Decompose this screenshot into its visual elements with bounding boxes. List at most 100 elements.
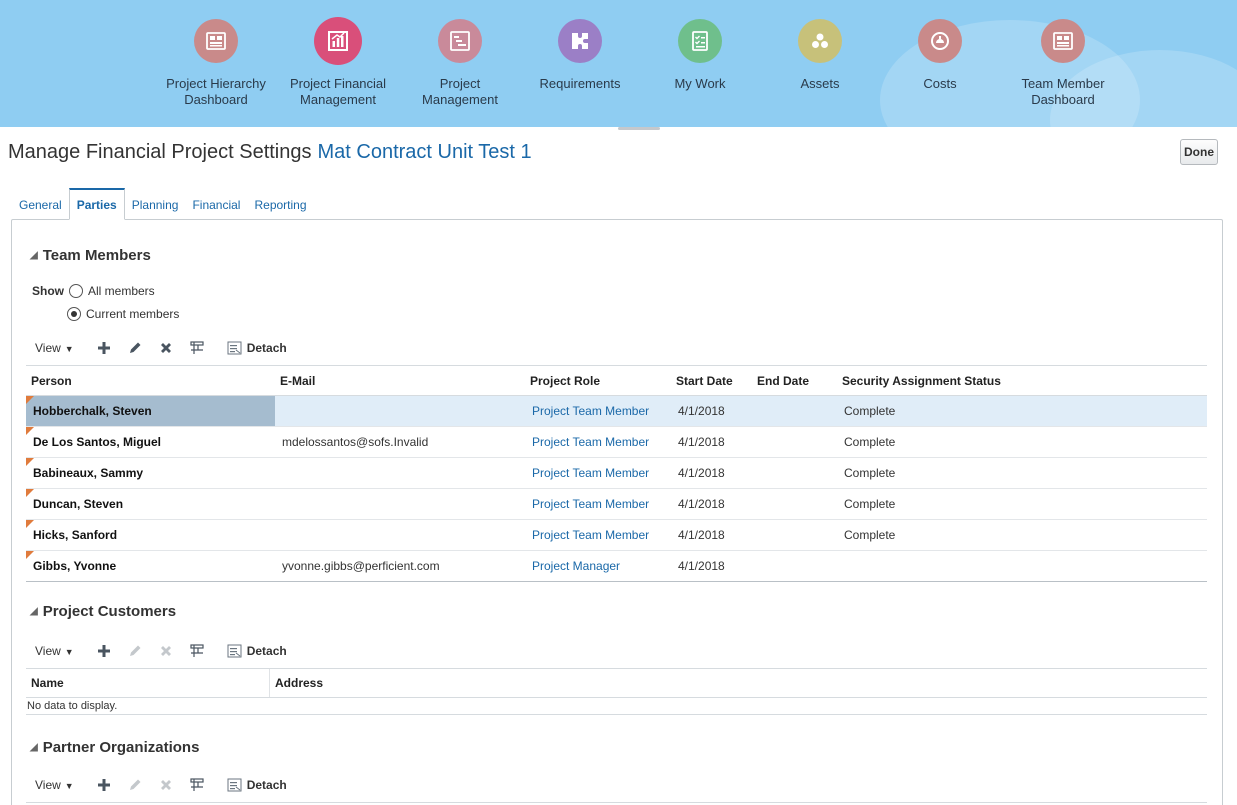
cell-project-role-link[interactable]: Project Manager [525, 551, 671, 581]
nav-label-line1: Project [439, 76, 481, 91]
nav-label-line1: Costs [923, 76, 957, 91]
cell-project-role-link[interactable]: Project Team Member [525, 396, 671, 426]
cell-start-date: 4/1/2018 [678, 528, 725, 542]
all-members-radio[interactable] [69, 284, 83, 298]
column-header-address[interactable]: Address [269, 669, 1207, 697]
column-header-email[interactable]: E-Mail [275, 374, 525, 388]
show-filter: Show All members [32, 284, 155, 298]
done-button[interactable]: Done [1180, 139, 1218, 165]
cell-person[interactable]: Babineaux, Sammy [26, 458, 275, 488]
puzzle-icon [558, 19, 602, 63]
detach-label: Detach [246, 341, 287, 355]
nav-project-financial-management[interactable]: Project Financial Management [278, 17, 398, 108]
cell-email [275, 396, 525, 426]
cell-end-date [752, 489, 837, 519]
tab-general[interactable]: General [12, 188, 69, 218]
nav-team-member-dashboard[interactable]: Team Member Dashboard [1003, 19, 1123, 108]
table-row[interactable]: De Los Santos, Miguel mdelossantos@sofs.… [26, 427, 1207, 458]
table-row[interactable]: Babineaux, Sammy Project Team Member 4/1… [26, 458, 1207, 489]
collapse-triangle-icon[interactable]: ◢ [30, 606, 38, 617]
cell-security-status: Complete [844, 404, 896, 418]
cell-start-date: 4/1/2018 [678, 435, 725, 449]
springboard-collapse-handle[interactable] [618, 127, 660, 130]
cell-project-role-link[interactable]: Project Team Member [525, 427, 671, 457]
tab-financial[interactable]: Financial [185, 188, 247, 218]
column-header-person[interactable]: Person [26, 374, 275, 388]
project-customers-section-header[interactable]: ◢ Project Customers [30, 603, 176, 620]
table-header: Person E-Mail Project Role Start Date En… [26, 365, 1207, 396]
cell-person[interactable]: De Los Santos, Miguel [26, 427, 275, 457]
add-icon[interactable] [96, 777, 112, 793]
tab-planning[interactable]: Planning [125, 188, 186, 218]
nav-label-line1: Project Hierarchy [166, 76, 266, 91]
tab-reporting[interactable]: Reporting [247, 188, 313, 218]
cell-start-date: 4/1/2018 [678, 404, 725, 418]
current-members-label[interactable]: Current members [86, 307, 179, 321]
caret-down-icon: ▼ [64, 781, 74, 791]
nav-project-hierarchy-dashboard[interactable]: Project Hierarchy Dashboard [156, 19, 276, 108]
collapse-triangle-icon[interactable]: ◢ [30, 250, 38, 261]
nav-label-line1: Team Member [1021, 76, 1105, 91]
nav-project-management[interactable]: Project Management [400, 19, 520, 108]
detach-button[interactable]: Detach [227, 778, 287, 792]
table-row[interactable]: Gibbs, Yvonne yvonne.gibbs@perficient.co… [26, 551, 1207, 582]
cell-security-status: Complete [844, 435, 896, 449]
cell-person[interactable]: Hobberchalk, Steven [26, 396, 275, 426]
detach-button[interactable]: Detach [227, 644, 287, 658]
detach-label: Detach [246, 644, 287, 658]
freeze-columns-icon[interactable] [189, 340, 205, 356]
column-header-name[interactable]: Name [26, 676, 269, 690]
nav-my-work[interactable]: My Work [640, 19, 760, 92]
cell-project-role-link[interactable]: Project Team Member [525, 489, 671, 519]
partner-organizations-section-header[interactable]: ◢ Partner Organizations [30, 739, 199, 756]
nav-requirements[interactable]: Requirements [520, 19, 640, 92]
view-menu[interactable]: View ▼ [35, 778, 74, 792]
nav-label-line1: Project Financial [289, 76, 387, 91]
nav-assets[interactable]: Assets [760, 19, 880, 92]
cell-email [275, 520, 525, 550]
add-icon[interactable] [96, 340, 112, 356]
gantt-icon [438, 19, 482, 63]
show-label: Show [32, 284, 64, 298]
cell-person[interactable]: Hicks, Sanford [26, 520, 275, 550]
edit-pencil-icon[interactable] [127, 340, 143, 356]
detach-button[interactable]: Detach [227, 341, 287, 355]
nav-label-line2: Management [422, 92, 498, 107]
freeze-columns-icon[interactable] [189, 643, 205, 659]
view-label: View [35, 341, 61, 355]
cell-person[interactable]: Gibbs, Yvonne [26, 551, 275, 581]
column-header-security-status[interactable]: Security Assignment Status [837, 374, 1207, 388]
dashboard-icon [1041, 19, 1085, 63]
cell-email [275, 458, 525, 488]
add-icon[interactable] [96, 643, 112, 659]
edit-pencil-icon [127, 777, 143, 793]
table-row[interactable]: Hicks, Sanford Project Team Member 4/1/2… [26, 520, 1207, 551]
team-members-section-header[interactable]: ◢ Team Members [30, 247, 151, 264]
delete-x-icon[interactable] [158, 340, 174, 356]
cell-project-role-link[interactable]: Project Team Member [525, 520, 671, 550]
collapse-triangle-icon[interactable]: ◢ [30, 742, 38, 753]
table-row[interactable]: Duncan, Steven Project Team Member 4/1/2… [26, 489, 1207, 520]
no-data-message: No data to display. [26, 698, 1207, 715]
team-members-title: Team Members [42, 247, 151, 264]
cell-email: mdelossantos@sofs.Invalid [282, 435, 429, 449]
view-menu[interactable]: View ▼ [35, 341, 74, 355]
current-members-radio[interactable] [67, 307, 81, 321]
dashboard-icon [194, 19, 238, 63]
column-header-end-date[interactable]: End Date [752, 374, 837, 388]
cell-email [275, 489, 525, 519]
column-header-start-date[interactable]: Start Date [671, 374, 752, 388]
freeze-columns-icon[interactable] [189, 777, 205, 793]
all-members-label[interactable]: All members [88, 284, 155, 298]
project-name: Mat Contract Unit Test 1 [317, 141, 532, 163]
table-row[interactable]: Hobberchalk, Steven Project Team Member … [26, 396, 1207, 427]
tab-parties[interactable]: Parties [68, 188, 125, 220]
detach-icon [227, 778, 242, 792]
column-header-project-role[interactable]: Project Role [525, 374, 671, 388]
assets-icon [798, 19, 842, 63]
cell-person[interactable]: Duncan, Steven [26, 489, 275, 519]
view-menu[interactable]: View ▼ [35, 644, 74, 658]
nav-costs[interactable]: Costs [880, 19, 1000, 92]
cell-project-role-link[interactable]: Project Team Member [525, 458, 671, 488]
cell-end-date [752, 551, 837, 581]
